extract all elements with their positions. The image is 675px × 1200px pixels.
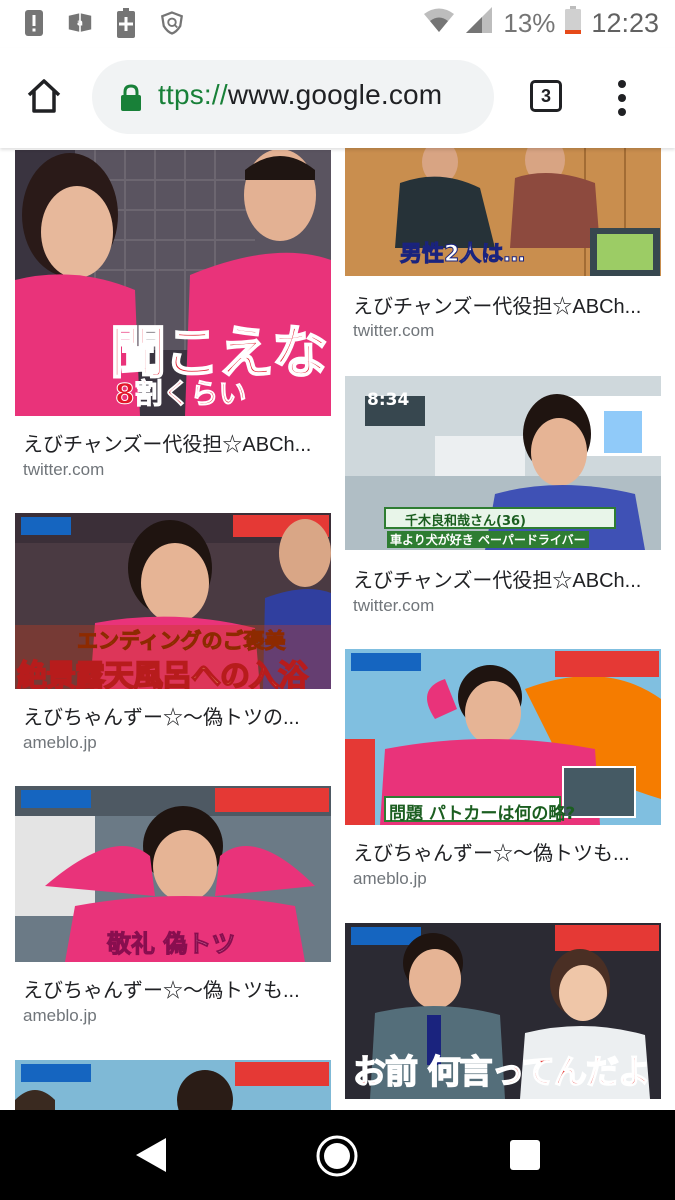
thumbnail-caption: 千木良和哉さん(36) [405,514,526,529]
thumbnail-caption: 男性2人は… [399,242,526,268]
result-card[interactable]: 敬礼 偽トツ えびちゃんずー☆～偽トツも... ameblo.jp [15,786,331,1031]
shield-icon [160,8,184,38]
thumbnail-caption: お前 何言ってんだよ [352,1051,651,1092]
battery-percent: 13% [503,8,556,38]
home-circle-icon[interactable] [315,1134,359,1183]
thumbnail-subcaption: 8割くらい [114,377,247,411]
overflow-menu-icon[interactable] [612,78,632,118]
url-host: www.google.com [227,79,443,110]
thumbnail-caption: 絶景露天風呂への入浴 [16,658,309,689]
result-card[interactable]: エンディングのご褒美 絶景露天風呂への入浴 えびちゃんずー☆～偽トツの... a… [15,513,331,753]
thumbnail-clock: 8:34 [367,390,410,410]
battery-saver-icon [114,8,138,38]
result-thumbnail[interactable] [15,1060,331,1110]
status-bar: a 13% 12:23 [0,0,675,48]
image-results: 聞こえな 8割くらい えびチャンズー代役担☆ABCh... twitter.co… [0,148,675,1110]
result-thumbnail[interactable]: エンディングのご褒美 絶景露天風呂への入浴 [15,513,331,689]
result-title[interactable]: えびチャンズー代役担☆ABCh... [353,290,653,319]
result-thumbnail[interactable]: 男性2人は… [345,148,661,276]
thumbnail-caption: 敬礼 偽トツ [106,930,236,959]
url-scheme: ttps:// [158,79,228,110]
result-thumbnail[interactable]: お前 何言ってんだよ [345,923,661,1099]
result-source: twitter.com [353,596,435,615]
result-card[interactable]: 問題 パトカーは何の略? えびちゃんずー☆～偽トツも... ameblo.jp [345,649,661,894]
url-bar[interactable]: ttps://www.google.com [92,60,494,134]
clock: 12:23 [591,8,659,38]
result-title[interactable]: えびちゃんずー☆～偽トツも... [23,974,323,1003]
lock-icon [120,84,142,112]
svg-text:a: a [77,18,83,28]
result-thumbnail[interactable]: 8:34 千木良和哉さん(36) 車より犬が好き ペーパードライバー [345,376,661,550]
tab-count: 3 [540,85,551,106]
result-card[interactable]: 8:34 千木良和哉さん(36) 車より犬が好き ペーパードライバー えびチャン… [345,376,661,616]
amazon-icon: a [68,8,92,38]
result-title[interactable]: えびちゃんずー☆～偽トツも... [353,837,653,866]
result-title[interactable]: えびチャンズー代役担☆ABCh... [353,564,653,593]
home-icon[interactable] [24,76,68,120]
thumbnail-caption: 問題 パトカーは何の略? [389,804,576,824]
url-text[interactable]: ttps://www.google.com [158,79,442,111]
result-source: ameblo.jp [23,733,97,752]
browser-toolbar: ttps://www.google.com 3 [0,48,675,148]
wifi-icon [423,7,455,40]
result-source: ameblo.jp [353,869,427,888]
tabs-icon[interactable]: 3 [530,80,562,112]
result-card[interactable] [15,1060,331,1110]
result-thumbnail[interactable]: 聞こえな 8割くらい [15,150,331,416]
result-title[interactable]: えびちゃんずー☆～偽トツの... [23,701,323,730]
back-icon[interactable] [134,1136,170,1179]
result-source: ameblo.jp [23,1006,97,1025]
recents-icon[interactable] [509,1139,541,1176]
alert-icon [22,8,46,38]
result-source: twitter.com [353,321,435,340]
result-card[interactable]: お前 何言ってんだよ [345,923,661,1101]
result-card[interactable]: 聞こえな 8割くらい えびチャンズー代役担☆ABCh... twitter.co… [15,150,331,490]
navigation-bar [0,1110,675,1200]
battery-icon [565,6,582,41]
result-source: twitter.com [23,460,105,479]
result-title[interactable]: えびチャンズー代役担☆ABCh... [23,428,323,457]
result-card[interactable]: 男性2人は… えびチャンズー代役担☆ABCh... twitter.com [345,148,661,348]
signal-icon [465,6,493,41]
thumbnail-subcaption: 車より犬が好き ペーパードライバー [387,531,589,548]
result-thumbnail[interactable]: 問題 パトカーは何の略? [345,649,661,825]
result-thumbnail[interactable]: 敬礼 偽トツ [15,786,331,962]
